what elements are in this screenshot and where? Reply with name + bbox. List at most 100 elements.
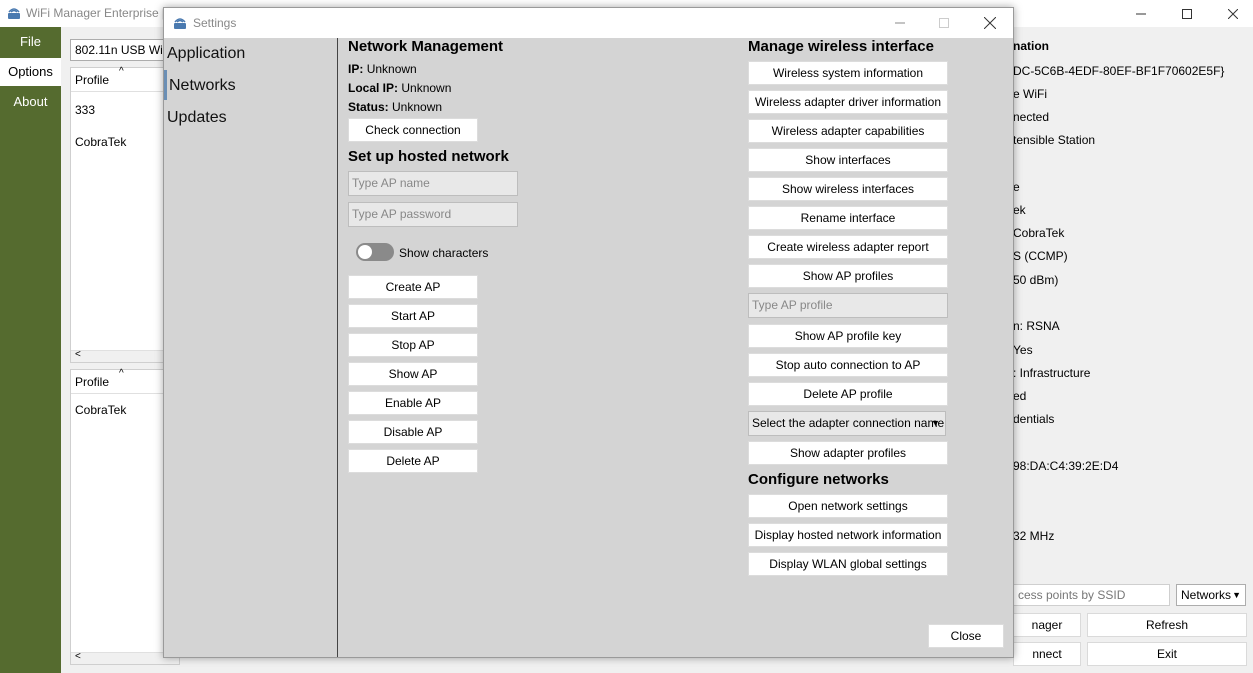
open-network-settings-button[interactable]: Open network settings <box>748 494 948 518</box>
ap-name-input[interactable]: Type AP name <box>348 171 518 196</box>
delete-ap-profile-button[interactable]: Delete AP profile <box>748 382 948 406</box>
list-item[interactable]: CobraTek <box>75 403 126 417</box>
close-window-button[interactable] <box>1210 0 1253 27</box>
ssid-filter-input[interactable]: cess points by SSID <box>1013 584 1170 606</box>
dialog-maximize-button <box>921 8 967 38</box>
minimize-button[interactable] <box>1118 0 1164 27</box>
ip-value: Unknown <box>366 62 417 76</box>
info-line: DC-5C6B-4EDF-80EF-BF1F70602E5F} <box>1013 64 1225 78</box>
adapter-connection-select[interactable]: Select the adapter connection name ▼ <box>748 411 946 436</box>
info-line: CobraTek <box>1013 226 1065 240</box>
adapter-driver-info-button[interactable]: Wireless adapter driver information <box>748 90 948 114</box>
info-line: tensible Station <box>1013 133 1096 147</box>
ip-row: IP: Unknown <box>348 62 417 76</box>
stop-ap-button[interactable]: Stop AP <box>348 333 478 357</box>
network-management-title: Network Management <box>348 38 504 55</box>
maximize-icon <box>939 18 949 28</box>
wireless-system-info-button[interactable]: Wireless system information <box>748 61 948 85</box>
nav-options[interactable]: Options <box>0 58 61 86</box>
delete-ap-button[interactable]: Delete AP <box>348 449 478 473</box>
info-line: e <box>1013 180 1020 194</box>
minimize-icon <box>1136 13 1146 14</box>
close-icon <box>1228 8 1238 19</box>
show-adapter-profiles-button[interactable]: Show adapter profiles <box>748 441 948 465</box>
connect-button[interactable]: nnect <box>1013 642 1081 666</box>
refresh-button[interactable]: Refresh <box>1087 613 1247 637</box>
wlan-global-settings-button[interactable]: Display WLAN global settings <box>748 552 948 576</box>
settings-sidebar: Application Networks Updates <box>164 38 338 657</box>
show-characters-label: Show characters <box>399 246 489 260</box>
settings-app-icon <box>174 18 186 29</box>
info-line: n: RSNA <box>1013 319 1060 333</box>
nav-about[interactable]: About <box>0 88 61 116</box>
close-icon <box>984 17 996 29</box>
settings-title: Settings <box>193 16 237 30</box>
settings-titlebar: Settings <box>164 8 1013 38</box>
status-row: Status: Unknown <box>348 100 443 114</box>
left-nav: File Options About <box>0 27 61 673</box>
minimize-icon <box>895 22 905 24</box>
sidebar-item-networks[interactable]: Networks <box>169 77 236 95</box>
show-ap-button[interactable]: Show AP <box>348 362 478 386</box>
maximize-icon <box>1182 8 1192 19</box>
maximize-button[interactable] <box>1164 0 1210 27</box>
sidebar-item-application[interactable]: Application <box>167 45 245 63</box>
exit-button[interactable]: Exit <box>1087 642 1247 666</box>
toggle-knob <box>358 245 372 259</box>
dropdown-arrow-icon: ▼ <box>1232 590 1241 600</box>
rename-interface-button[interactable]: Rename interface <box>748 206 948 230</box>
show-characters-toggle[interactable] <box>356 243 394 261</box>
show-wireless-interfaces-button[interactable]: Show wireless interfaces <box>748 177 948 201</box>
dialog-close-text-button[interactable]: Close <box>928 624 1004 648</box>
scroll-left-icon[interactable]: < <box>75 349 81 360</box>
info-line: 98:DA:C4:39:2E:D4 <box>1013 459 1119 473</box>
info-line: ed <box>1013 389 1027 403</box>
manage-wireless-title: Manage wireless interface <box>748 38 934 55</box>
manager-button[interactable]: nager <box>1013 613 1081 637</box>
sort-arrow-icon: ^ <box>119 368 124 379</box>
nav-file[interactable]: File <box>0 28 61 56</box>
info-line: ek <box>1013 203 1026 217</box>
sort-arrow-icon: ^ <box>119 66 124 77</box>
info-line: 32 MHz <box>1013 529 1055 543</box>
ap-password-input[interactable]: Type AP password <box>348 202 518 227</box>
adapter-capabilities-button[interactable]: Wireless adapter capabilities <box>748 119 948 143</box>
info-header: nation <box>1013 39 1049 53</box>
enable-ap-button[interactable]: Enable AP <box>348 391 478 415</box>
status-value: Unknown <box>392 100 443 114</box>
create-ap-button[interactable]: Create AP <box>348 275 478 299</box>
info-line: e WiFi <box>1013 87 1047 101</box>
local-ip-row: Local IP: Unknown <box>348 81 452 95</box>
networks-combo[interactable]: Networks ▼ <box>1176 584 1246 606</box>
ap-profile-input[interactable]: Type AP profile <box>748 293 948 318</box>
stop-auto-connection-button[interactable]: Stop auto connection to AP <box>748 353 948 377</box>
show-interfaces-button[interactable]: Show interfaces <box>748 148 948 172</box>
main-window-title: WiFi Manager Enterprise [ <box>26 6 166 20</box>
sidebar-selection-indicator <box>164 70 167 100</box>
configure-networks-title: Configure networks <box>748 471 889 488</box>
wifi-app-icon <box>8 8 20 19</box>
dropdown-arrow-icon: ▼ <box>931 418 940 428</box>
info-line: : Infrastructure <box>1013 366 1091 380</box>
local-ip-value: Unknown <box>401 81 452 95</box>
info-line: dentials <box>1013 412 1055 426</box>
show-ap-profiles-button[interactable]: Show AP profiles <box>748 264 948 288</box>
info-line: S (CCMP) <box>1013 249 1068 263</box>
list-item[interactable]: CobraTek <box>75 135 126 149</box>
show-ap-profile-key-button[interactable]: Show AP profile key <box>748 324 948 348</box>
list-item[interactable]: 333 <box>75 103 95 117</box>
dialog-close-button[interactable] <box>967 8 1013 38</box>
sidebar-item-updates[interactable]: Updates <box>167 109 227 127</box>
info-line: 50 dBm) <box>1013 273 1059 287</box>
start-ap-button[interactable]: Start AP <box>348 304 478 328</box>
hosted-network-info-button[interactable]: Display hosted network information <box>748 523 948 547</box>
settings-dialog: Settings Application Networks Updates Ne… <box>163 7 1014 658</box>
info-line: nected <box>1013 110 1050 124</box>
dialog-minimize-button[interactable] <box>877 8 923 38</box>
hosted-network-title: Set up hosted network <box>348 148 509 165</box>
scroll-left-icon[interactable]: < <box>75 651 81 662</box>
disable-ap-button[interactable]: Disable AP <box>348 420 478 444</box>
info-line: Yes <box>1013 343 1033 357</box>
create-adapter-report-button[interactable]: Create wireless adapter report <box>748 235 948 259</box>
check-connection-button[interactable]: Check connection <box>348 118 478 142</box>
